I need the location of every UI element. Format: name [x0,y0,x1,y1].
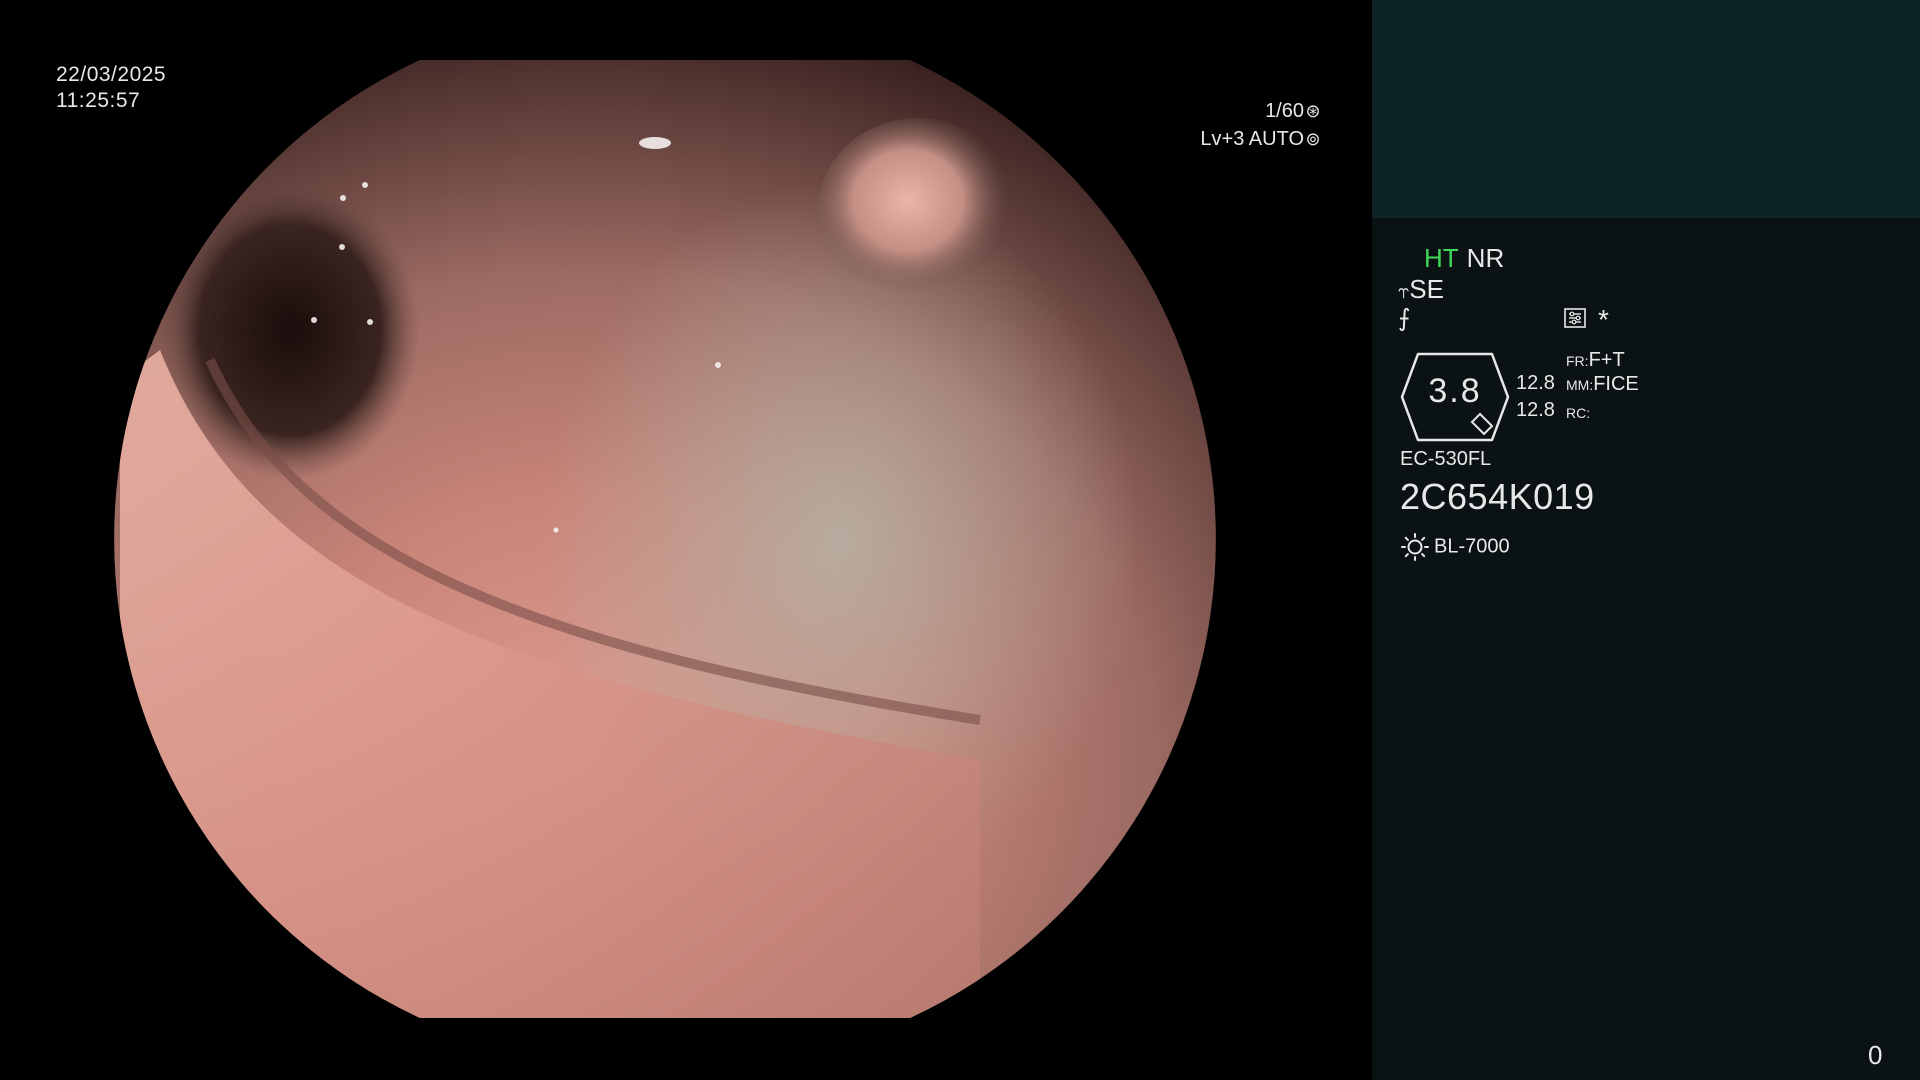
serial-number: 2C654K019 [1400,476,1595,517]
freeze-row: ⨍ [1398,304,1411,334]
mm-label: MM: [1566,377,1594,393]
rc-label: RC: [1566,405,1591,421]
mm-row: MM:FICE [1566,373,1639,396]
asterisk-indicator: * [1598,304,1609,335]
fr-row: FR:F+T [1566,349,1625,372]
image-counter: 0 [1868,1040,1883,1070]
fr-label: FR: [1566,353,1589,369]
scope-model: EC-530FL [1400,448,1492,470]
mm-value: FICE [1593,373,1639,395]
iris-icon: ⊚ [1305,129,1321,149]
nr-indicator: NR [1466,243,1505,273]
se-indicator: SE [1409,274,1444,304]
shutter-speed: 1/60 [1265,100,1304,122]
rc-row: RC: [1566,401,1590,424]
endoscope-view: 22/03/2025 11:25:57 1/60⊛ Lv+3 AUTO⊚ [0,0,1372,1080]
ht-indicator: HT [1424,243,1459,273]
enhancement-row: HT NR [1424,243,1504,273]
aperture-icon: ⊛ [1305,101,1321,121]
light-source-icon [1401,533,1429,561]
date-time: 22/03/2025 11:25:57 [56,62,166,114]
freeze-icon: ⨍ [1398,305,1411,332]
exposure-mode: Lv+3 AUTO [1200,128,1304,150]
light-source-row: BL-7000 [1400,532,1510,562]
value-bottom: 12.8 [1516,399,1555,421]
date: 22/03/2025 [56,63,167,86]
settings-icon [1564,308,1586,328]
time: 11:25:57 [56,89,141,112]
light-source-label: BL-7000 [1434,535,1510,558]
exposure-info: 1/60⊛ Lv+3 AUTO⊚ [1200,97,1322,153]
info-panel-header [1372,0,1920,218]
zoom-value: 3.8 [1428,372,1482,410]
shutter-row: 1/60⊛ [1200,97,1322,125]
exposure-row: Lv+3 AUTO⊚ [1200,125,1322,153]
fr-value: F+T [1588,349,1625,371]
se-mode-icon: ⥾ [1398,281,1410,303]
se-row: ⥾SE [1398,274,1444,307]
endoscopic-image [114,60,1216,1018]
value-top: 12.8 [1516,372,1555,394]
